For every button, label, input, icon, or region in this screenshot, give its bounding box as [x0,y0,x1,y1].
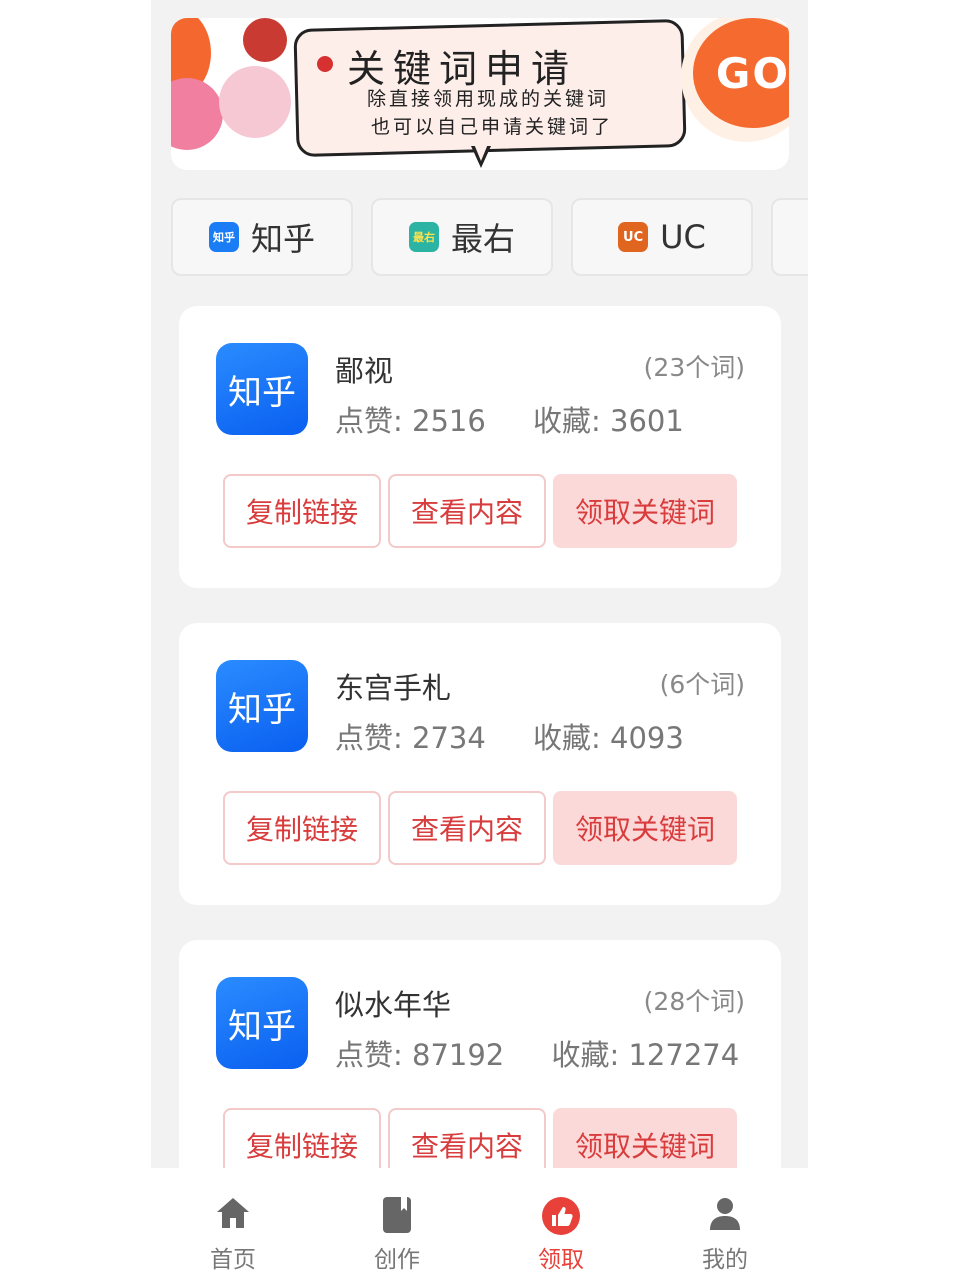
book-icon [383,1197,411,1233]
nav-label: 我的 [702,1247,748,1273]
favs-label: 收藏: [533,404,601,438]
keyword-count: (28个词) [643,987,745,1016]
favs-value: 127274 [628,1038,740,1072]
get-keywords-button[interactable]: 领取关键词 [553,791,737,865]
decor-circle [243,18,287,62]
likes-label: 点赞: [335,721,403,755]
likes-value: 87192 [412,1038,505,1072]
tab-zuiyou[interactable]: 最右 最右 [371,198,553,276]
likes-value: 2734 [412,721,486,755]
bottom-nav: 首页 创作 领取 我的 [151,1168,808,1280]
likes-label: 点赞: [335,404,403,438]
bullet-dot [317,56,333,72]
likes-value: 2516 [412,404,486,438]
copy-link-button[interactable]: 复制链接 [223,474,381,548]
keyword-count: (23个词) [643,353,745,382]
article-stats: 点赞: 2734 收藏: 4093 [335,715,684,757]
article-card: 知乎 东宫手札 (6个词) 点赞: 2734 收藏: 4093 复制链接 查看内… [179,623,781,905]
article-title: 似水年华 [335,988,452,1022]
article-stats: 点赞: 2516 收藏: 3601 [335,398,684,440]
article-title: 东宫手札 [335,671,452,705]
person-icon [710,1198,740,1230]
zhihu-icon: 知乎 [208,222,239,252]
nav-home[interactable]: 首页 [151,1168,315,1280]
zuiyou-icon: 最右 [408,222,439,252]
nav-create[interactable]: 创作 [315,1168,479,1280]
nav-mine[interactable]: 我的 [643,1168,807,1280]
uc-icon: UC [618,222,649,252]
keyword-apply-banner[interactable]: 关键词申请 除直接领用现成的关键词 也可以自己申请关键词了 GO [171,18,789,170]
nav-claim[interactable]: 领取 [479,1168,643,1280]
phone-screen: 关键词申请 除直接领用现成的关键词 也可以自己申请关键词了 GO 知乎 知乎 最… [151,0,808,1280]
zhihu-logo-icon: 知乎 [216,977,308,1069]
article-stats: 点赞: 87192 收藏: 127274 [335,1032,739,1074]
article-title: 鄙视 [335,354,394,388]
get-keywords-button[interactable]: 领取关键词 [553,474,737,548]
decor-circle [171,78,223,150]
zhihu-logo-icon: 知乎 [216,660,308,752]
copy-link-button[interactable]: 复制链接 [223,791,381,865]
nav-label: 领取 [538,1247,584,1273]
tab-more[interactable] [771,198,808,276]
nav-label: 创作 [374,1247,420,1273]
tab-uc[interactable]: UC UC [571,198,753,276]
banner-subtitle-line2: 也可以自己申请关键词了 [371,116,614,138]
favs-label: 收藏: [551,1038,620,1072]
nav-label: 首页 [210,1247,256,1273]
decor-circle [219,66,291,138]
tab-zhihu[interactable]: 知乎 知乎 [171,198,353,276]
thumb-icon [542,1197,580,1235]
tab-label: UC [660,218,706,256]
view-content-button[interactable]: 查看内容 [388,791,546,865]
tab-label: 最右 [450,220,515,258]
platform-tabs: 知乎 知乎 最右 最右 UC UC [171,198,808,280]
favs-label: 收藏: [533,721,601,755]
keyword-count: (6个词) [659,670,745,699]
home-icon [217,1198,249,1228]
likes-label: 点赞: [335,1038,403,1072]
zhihu-logo-icon: 知乎 [216,343,308,435]
view-content-button[interactable]: 查看内容 [388,474,546,548]
article-card: 知乎 鄙视 (23个词) 点赞: 2516 收藏: 3601 复制链接 查看内容… [179,306,781,588]
tab-label: 知乎 [250,220,315,258]
favs-value: 3601 [610,404,684,438]
favs-value: 4093 [610,721,684,755]
banner-subtitle-line1: 除直接领用现成的关键词 [367,88,610,110]
